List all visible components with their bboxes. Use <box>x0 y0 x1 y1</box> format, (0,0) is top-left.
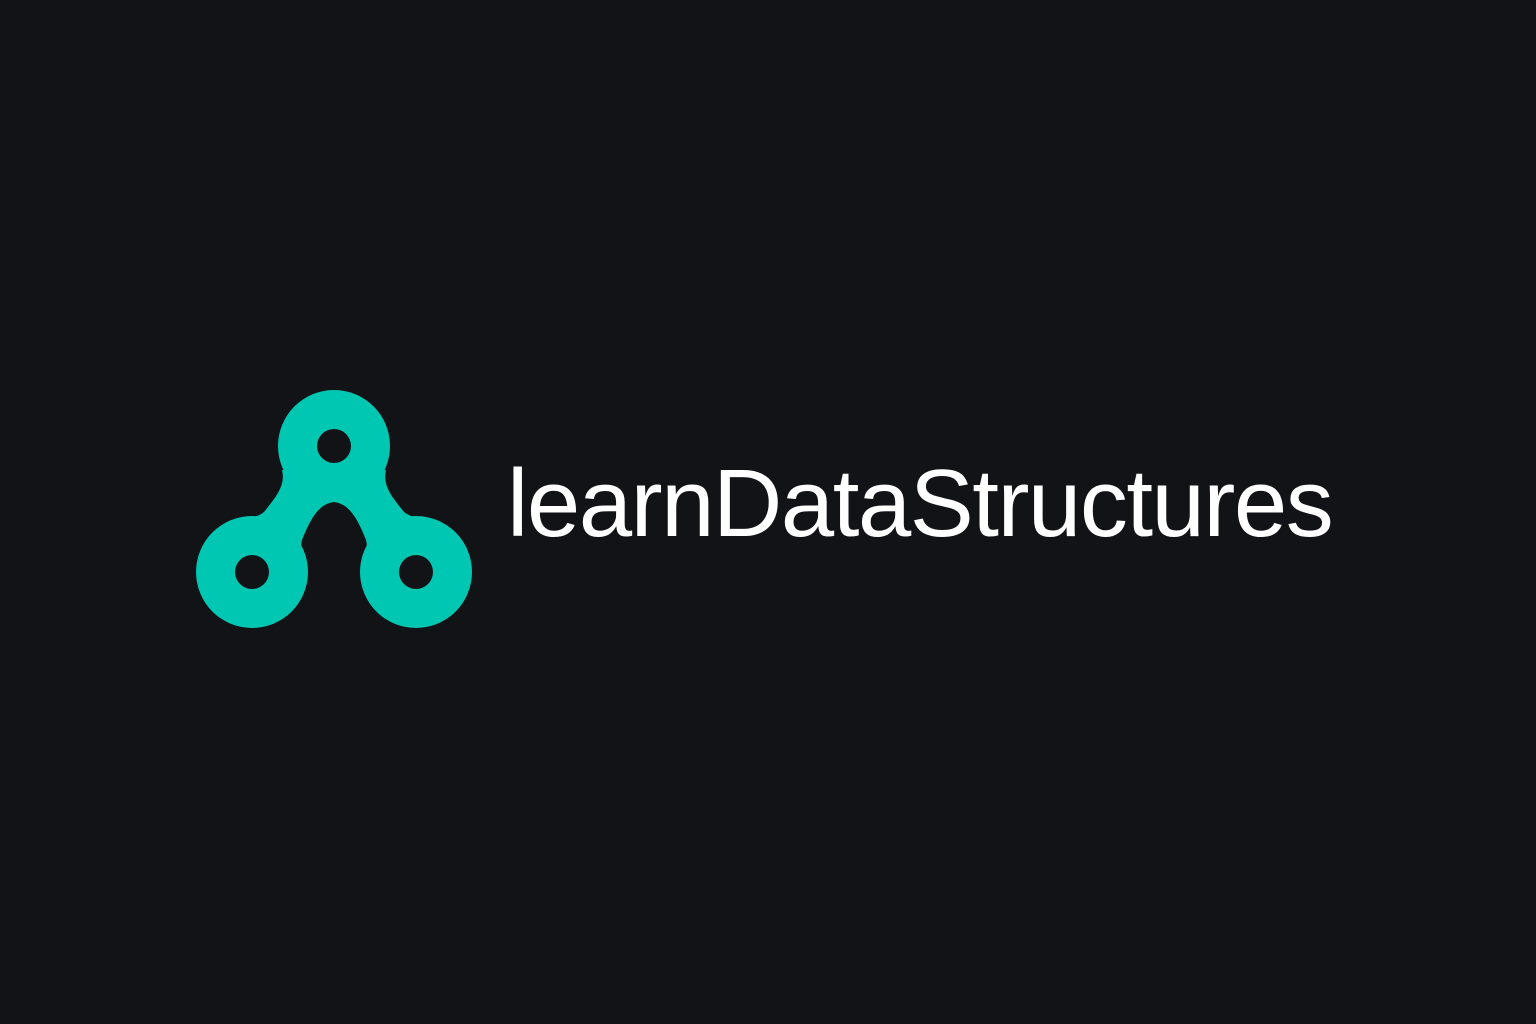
logo-mark-shape <box>196 390 472 628</box>
logo-canvas: learnDataStructures <box>0 0 1536 1024</box>
logo-mark-holes <box>235 429 433 589</box>
brand-wordmark: learnDataStructures <box>507 450 1334 557</box>
connected-nodes-icon <box>196 390 472 628</box>
